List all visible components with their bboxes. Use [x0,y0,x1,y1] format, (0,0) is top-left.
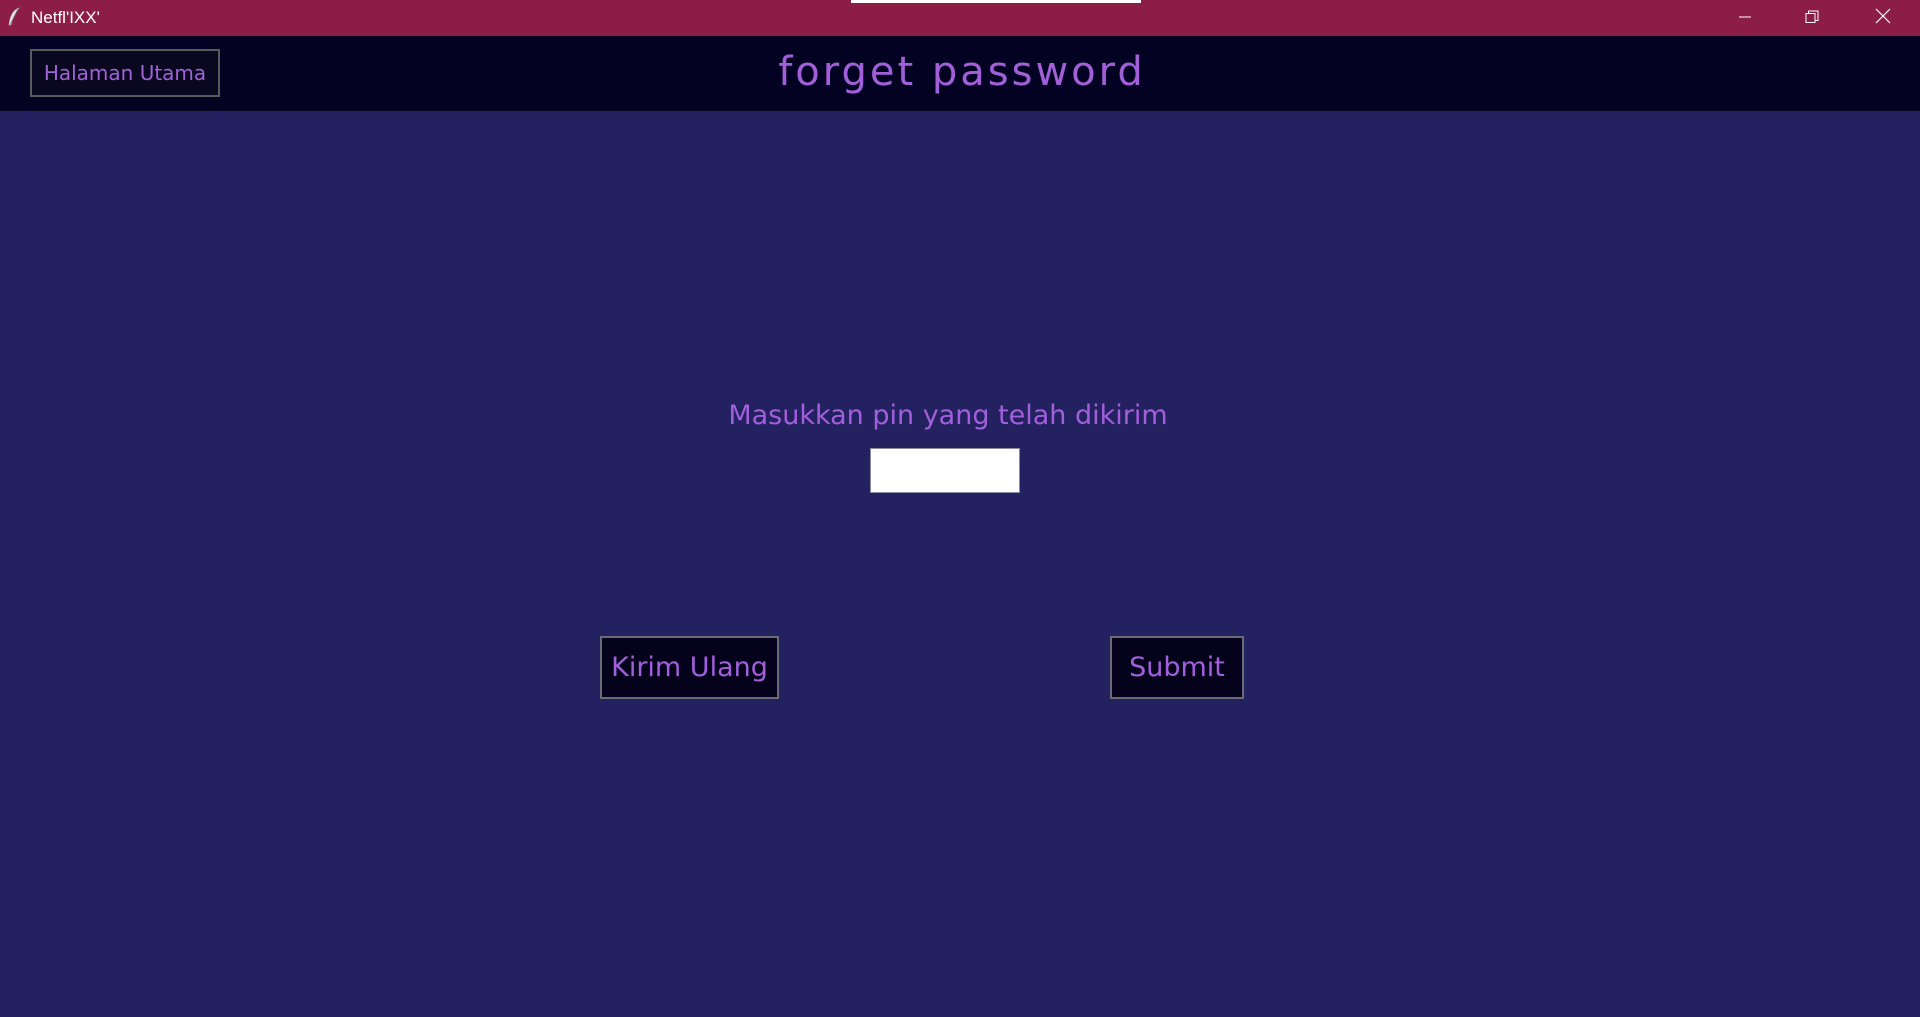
page-title: forget password [778,49,1146,95]
window-title: Netfl'IXX' [31,8,100,27]
pin-label: Masukkan pin yang telah dikirim [728,400,1168,431]
title-focus-strip [851,0,1141,3]
close-icon [1875,8,1891,28]
minimize-icon [1738,9,1752,28]
restore-button[interactable] [1777,0,1847,36]
pin-input[interactable] [870,448,1020,493]
minimize-button[interactable] [1710,0,1780,36]
home-button[interactable]: Halaman Utama [30,49,220,97]
restore-icon [1805,9,1819,28]
window-titlebar: Netfl'IXX' [0,0,1920,36]
feather-icon [7,7,21,27]
close-button[interactable] [1848,0,1918,36]
page-header: forget password Halaman Utama [0,36,1920,111]
resend-button[interactable]: Kirim Ulang [600,636,779,699]
submit-button[interactable]: Submit [1110,636,1244,699]
